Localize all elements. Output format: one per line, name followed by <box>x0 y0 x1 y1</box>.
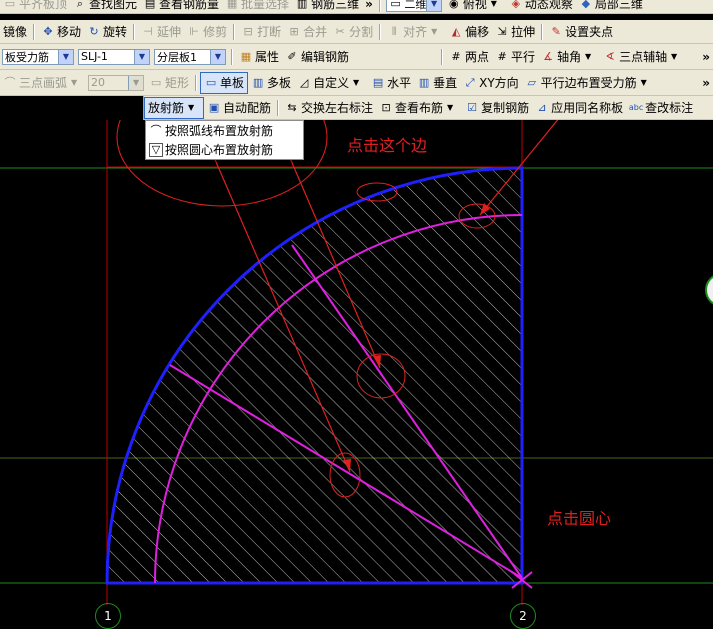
right-edge-indicator <box>705 275 713 305</box>
annotation-click-edge: 点击这个边 <box>347 136 428 155</box>
menu-item-by-center[interactable]: ▽ 按照圆心布置放射筋 <box>146 140 303 159</box>
slab-region[interactable] <box>105 166 524 585</box>
axis-label-2: 2 <box>510 603 536 629</box>
radial-bar-dropdown: ⌒ 按照弧线布置放射筋 ▽ 按照圆心布置放射筋 <box>145 120 304 160</box>
annotation-circle <box>427 63 687 99</box>
arc-radial-icon: ⌒ <box>150 123 162 137</box>
center-radial-icon: ▽ <box>149 142 163 157</box>
menu-item-by-arc[interactable]: ⌒ 按照弧线布置放射筋 <box>146 121 303 140</box>
annotation-arrow <box>479 120 559 216</box>
axis-label-1: 1 <box>95 603 121 629</box>
annotation-click-center: 点击圆心 <box>547 509 612 528</box>
drawing-canvas[interactable] <box>0 0 713 625</box>
